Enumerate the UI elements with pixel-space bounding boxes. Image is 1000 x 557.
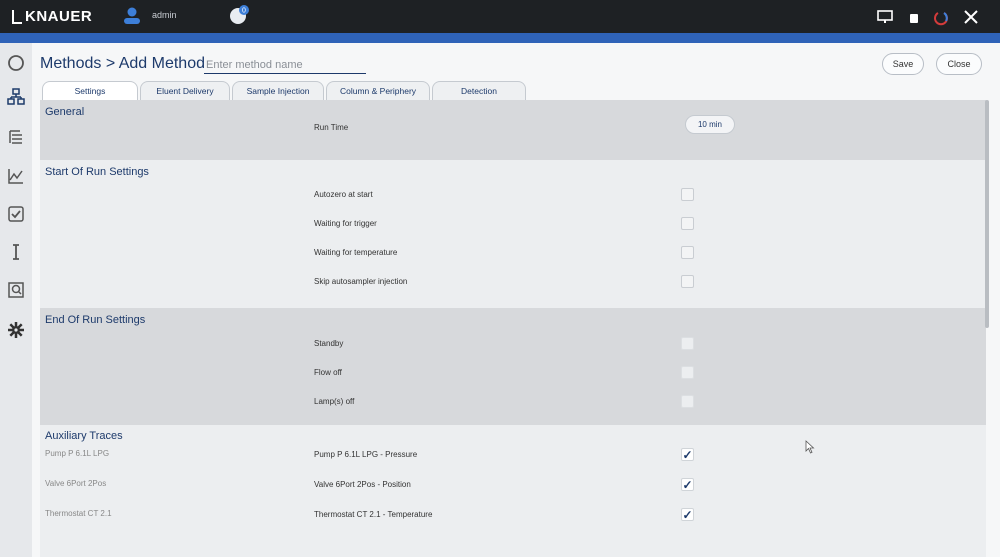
close-button[interactable]: Close xyxy=(936,53,982,75)
aux-trace-checkbox[interactable]: ✓ xyxy=(681,508,694,521)
checkbox-icon[interactable] xyxy=(6,204,26,224)
text-cursor-icon[interactable] xyxy=(6,242,26,262)
flow-off-checkbox[interactable] xyxy=(681,366,694,379)
save-button[interactable]: Save xyxy=(882,53,924,75)
end-of-run-section: End Of Run Settings Standby Flow off Lam… xyxy=(40,308,986,425)
breadcrumb: Methods > Add Method xyxy=(40,55,205,72)
section-title: General xyxy=(45,106,85,118)
knauer-logo: KNAUER xyxy=(12,8,92,25)
skip-injection-checkbox[interactable] xyxy=(681,275,694,288)
auxiliary-traces-section: Auxiliary Traces Pump P 6.1L LPG Pump P … xyxy=(40,425,986,557)
settings-content: General Run Time 10 min Start Of Run Set… xyxy=(40,100,986,557)
aux-device-label: Pump P 6.1L LPG xyxy=(45,449,110,458)
tab-bar: Settings Eluent Delivery Sample Injectio… xyxy=(42,81,528,100)
tab-sample-injection[interactable]: Sample Injection xyxy=(232,81,324,100)
search-document-icon[interactable] xyxy=(6,280,26,300)
standby-checkbox[interactable] xyxy=(681,337,694,350)
user-name[interactable]: admin xyxy=(152,10,177,20)
top-bar: KNAUER admin 0 xyxy=(0,0,1000,33)
tab-column-periphery[interactable]: Column & Periphery xyxy=(326,81,430,100)
lock-icon[interactable] xyxy=(905,8,923,26)
notification-icon[interactable]: 0 xyxy=(228,4,250,26)
brand-name: KNAUER xyxy=(25,8,93,25)
circle-icon[interactable] xyxy=(6,53,26,73)
accent-bar xyxy=(0,33,1000,43)
user-icon[interactable] xyxy=(122,6,142,26)
waiting-temperature-checkbox[interactable] xyxy=(681,246,694,259)
notification-count: 0 xyxy=(242,8,246,15)
aux-trace-label: Valve 6Port 2Pos - Position xyxy=(314,480,411,489)
waiting-trigger-checkbox[interactable] xyxy=(681,217,694,230)
close-window-icon[interactable] xyxy=(962,8,980,26)
flow-off-label: Flow off xyxy=(314,368,342,377)
aux-trace-checkbox[interactable]: ✓ xyxy=(681,448,694,461)
autozero-label: Autozero at start xyxy=(314,190,373,199)
main-panel: Methods > Add Method Save Close Settings… xyxy=(32,43,1000,557)
section-title: Start Of Run Settings xyxy=(45,166,149,178)
waiting-temperature-label: Waiting for temperature xyxy=(314,248,398,257)
aux-device-label: Valve 6Port 2Pos xyxy=(45,479,107,488)
aux-trace-checkbox[interactable]: ✓ xyxy=(681,478,694,491)
logo-mark-icon xyxy=(12,9,22,24)
network-icon[interactable] xyxy=(6,87,26,107)
chart-icon[interactable] xyxy=(6,166,26,186)
standby-label: Standby xyxy=(314,339,344,348)
run-time-label: Run Time xyxy=(314,123,349,132)
list-tree-icon[interactable] xyxy=(6,128,26,148)
start-of-run-section: Start Of Run Settings Autozero at start … xyxy=(40,160,986,308)
tab-detection[interactable]: Detection xyxy=(432,81,526,100)
power-icon[interactable] xyxy=(932,8,950,26)
run-time-field[interactable]: 10 min xyxy=(685,115,735,134)
aux-trace-label: Pump P 6.1L LPG - Pressure xyxy=(314,450,418,459)
lamps-off-checkbox[interactable] xyxy=(681,395,694,408)
aux-trace-label: Thermostat CT 2.1 - Temperature xyxy=(314,510,433,519)
method-name-input[interactable] xyxy=(204,56,366,74)
monitor-icon[interactable] xyxy=(876,8,894,26)
mouse-pointer-icon xyxy=(805,440,815,454)
aux-device-label: Thermostat CT 2.1 xyxy=(45,509,112,518)
general-section: General Run Time 10 min xyxy=(40,100,986,160)
gear-icon[interactable] xyxy=(6,320,26,340)
tab-settings[interactable]: Settings xyxy=(42,81,138,100)
section-title: Auxiliary Traces xyxy=(45,430,123,442)
skip-injection-label: Skip autosampler injection xyxy=(314,277,408,286)
section-title: End Of Run Settings xyxy=(45,314,146,326)
tab-eluent-delivery[interactable]: Eluent Delivery xyxy=(140,81,230,100)
waiting-trigger-label: Waiting for trigger xyxy=(314,219,377,228)
vertical-scrollbar[interactable] xyxy=(985,100,989,328)
lamps-off-label: Lamp(s) off xyxy=(314,397,355,406)
sidebar xyxy=(0,43,32,557)
autozero-checkbox[interactable] xyxy=(681,188,694,201)
